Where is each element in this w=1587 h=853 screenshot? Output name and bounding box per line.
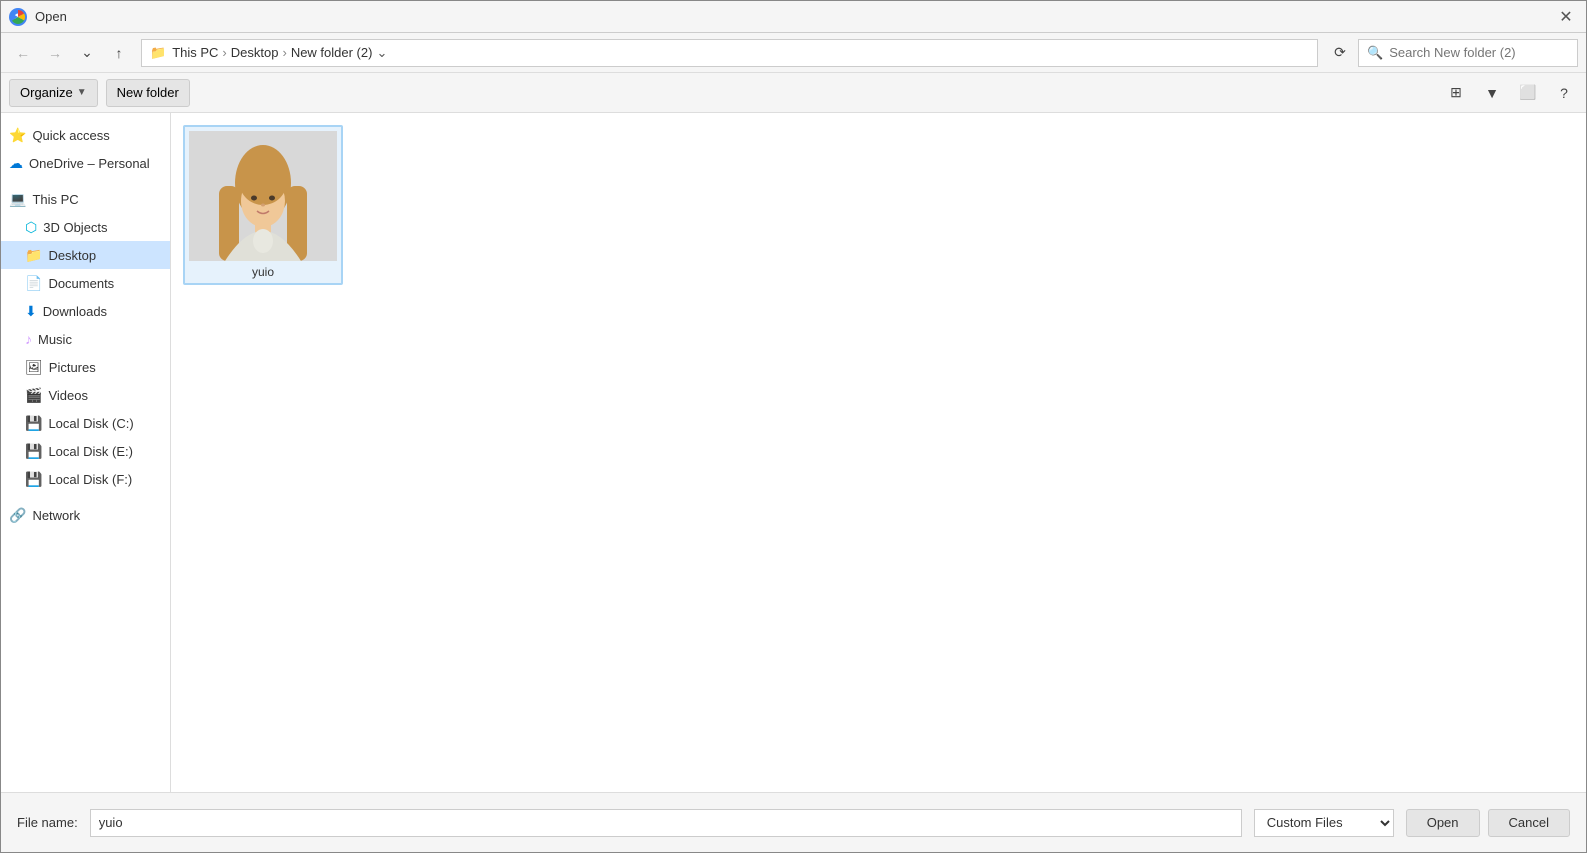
content-area[interactable]: yuio <box>171 113 1586 792</box>
sidebar-item-this-pc[interactable]: 💻 This PC <box>1 185 170 213</box>
new-folder-button[interactable]: New folder <box>106 79 190 107</box>
sidebar-label-local-c: Local Disk (C:) <box>48 416 133 431</box>
desktop-icon: 📁 <box>25 247 42 264</box>
open-dialog: Open ✕ ← → ⌄ ↑ 📁 This PC › Desktop › New… <box>0 0 1587 853</box>
titlebar: Open ✕ <box>1 1 1586 33</box>
view-dropdown-button[interactable]: ▼ <box>1478 79 1506 107</box>
sidebar-label-3d-objects: 3D Objects <box>43 220 107 235</box>
sidebar-item-documents[interactable]: 📄 Documents <box>1 269 170 297</box>
help-button[interactable]: ? <box>1550 79 1578 107</box>
chrome-icon <box>9 8 27 26</box>
breadcrumb-dropdown-icon[interactable]: ⌄ <box>376 45 387 61</box>
navbar: ← → ⌄ ↑ 📁 This PC › Desktop › New folder… <box>1 33 1586 73</box>
filename-input[interactable] <box>90 809 1242 837</box>
organize-button[interactable]: Organize ▼ <box>9 79 98 107</box>
sidebar-label-music: Music <box>38 332 72 347</box>
quick-access-icon: ⭐ <box>9 127 26 144</box>
sidebar-item-local-e[interactable]: 💾 Local Disk (E:) <box>1 437 170 465</box>
sidebar-label-pictures: Pictures <box>49 360 96 375</box>
sidebar-item-videos[interactable]: 🎬 Videos <box>1 381 170 409</box>
sidebar-label-videos: Videos <box>48 388 88 403</box>
sidebar-divider-2 <box>1 493 170 501</box>
file-grid: yuio <box>179 121 1578 289</box>
sidebar-label-desktop: Desktop <box>48 248 96 263</box>
sidebar-label-onedrive: OneDrive – Personal <box>29 156 150 171</box>
toolbar: Organize ▼ New folder ⊞ ▼ ⬜ ? <box>1 73 1586 113</box>
action-buttons: Open Cancel <box>1406 809 1570 837</box>
sidebar: ⭐ Quick access ☁ OneDrive – Personal 💻 T… <box>1 113 171 792</box>
sidebar-label-this-pc: This PC <box>32 192 78 207</box>
sidebar-item-quick-access[interactable]: ⭐ Quick access <box>1 121 170 149</box>
breadcrumb-folder-icon: 📁 <box>150 45 166 61</box>
file-name: yuio <box>189 265 337 279</box>
bottom-bar: File name: Custom Files All Files Open C… <box>1 792 1586 852</box>
new-folder-label: New folder <box>117 85 179 100</box>
filename-input-wrap <box>90 809 1242 837</box>
network-icon: 🔗 <box>9 507 26 524</box>
filename-label: File name: <box>17 815 78 830</box>
dropdown-button[interactable]: ⌄ <box>73 39 101 67</box>
sidebar-item-pictures[interactable]: 🖼 Pictures <box>1 353 170 381</box>
close-button[interactable]: ✕ <box>1554 5 1578 29</box>
sidebar-divider-1 <box>1 177 170 185</box>
refresh-button[interactable]: ⟳ <box>1326 39 1354 67</box>
3d-objects-icon: ⬡ <box>25 219 37 236</box>
pictures-icon: 🖼 <box>25 359 43 376</box>
sidebar-label-local-e: Local Disk (E:) <box>48 444 133 459</box>
sidebar-item-local-f[interactable]: 💾 Local Disk (F:) <box>1 465 170 493</box>
sidebar-label-downloads: Downloads <box>43 304 107 319</box>
file-item-yuio[interactable]: yuio <box>183 125 343 285</box>
sidebar-item-local-c[interactable]: 💾 Local Disk (C:) <box>1 409 170 437</box>
organize-dropdown-icon: ▼ <box>77 87 87 98</box>
sidebar-label-network: Network <box>32 508 80 523</box>
local-c-icon: 💾 <box>25 415 42 432</box>
sidebar-item-downloads[interactable]: ⬇ Downloads <box>1 297 170 325</box>
sidebar-label-documents: Documents <box>48 276 114 291</box>
videos-icon: 🎬 <box>25 387 42 404</box>
titlebar-left: Open <box>9 8 67 26</box>
local-e-icon: 💾 <box>25 443 42 460</box>
sidebar-item-music[interactable]: ♪ Music <box>1 325 170 353</box>
search-input[interactable] <box>1389 45 1569 60</box>
onedrive-icon: ☁ <box>9 155 23 172</box>
cancel-button[interactable]: Cancel <box>1488 809 1570 837</box>
view-icon-button[interactable]: ⊞ <box>1442 79 1470 107</box>
documents-icon: 📄 <box>25 275 42 292</box>
file-thumbnail <box>189 131 337 261</box>
this-pc-icon: 💻 <box>9 191 26 208</box>
search-box[interactable]: 🔍 <box>1358 39 1578 67</box>
breadcrumb-new-folder[interactable]: New folder (2) <box>291 45 373 60</box>
breadcrumb: 📁 This PC › Desktop › New folder (2) ⌄ <box>141 39 1318 67</box>
main-area: ⭐ Quick access ☁ OneDrive – Personal 💻 T… <box>1 113 1586 792</box>
pane-button[interactable]: ⬜ <box>1514 79 1542 107</box>
search-icon: 🔍 <box>1367 45 1383 61</box>
local-f-icon: 💾 <box>25 471 42 488</box>
sidebar-item-network[interactable]: 🔗 Network <box>1 501 170 529</box>
back-button[interactable]: ← <box>9 39 37 67</box>
photo-svg <box>189 131 337 261</box>
filetype-select-wrap: Custom Files All Files <box>1254 809 1394 837</box>
sidebar-item-onedrive[interactable]: ☁ OneDrive – Personal <box>1 149 170 177</box>
sidebar-label-quick-access: Quick access <box>32 128 109 143</box>
forward-button[interactable]: → <box>41 39 69 67</box>
titlebar-title: Open <box>35 9 67 24</box>
downloads-icon: ⬇ <box>25 303 37 320</box>
organize-label: Organize <box>20 85 73 100</box>
music-icon: ♪ <box>25 331 32 347</box>
breadcrumb-this-pc[interactable]: This PC <box>172 45 218 60</box>
sidebar-label-local-f: Local Disk (F:) <box>48 472 132 487</box>
up-button[interactable]: ↑ <box>105 39 133 67</box>
sidebar-item-desktop[interactable]: 📁 Desktop <box>1 241 170 269</box>
open-button[interactable]: Open <box>1406 809 1480 837</box>
filetype-select[interactable]: Custom Files All Files <box>1254 809 1394 837</box>
sidebar-item-3d-objects[interactable]: ⬡ 3D Objects <box>1 213 170 241</box>
breadcrumb-desktop[interactable]: Desktop <box>231 45 279 60</box>
